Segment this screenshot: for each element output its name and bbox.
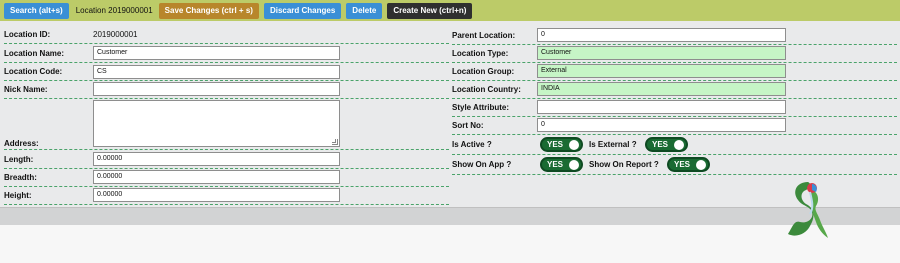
is-external-toggle-text: YES bbox=[652, 140, 669, 149]
location-country-label: Location Country: bbox=[452, 85, 521, 94]
height-input[interactable]: 0.00000 bbox=[93, 188, 340, 202]
breadth-input[interactable]: 0.00000 bbox=[93, 170, 340, 184]
show-on-report-label: Show On Report ? bbox=[589, 160, 659, 169]
style-attribute-input[interactable] bbox=[537, 100, 786, 114]
location-id-row: Location ID: 2019000001 bbox=[4, 26, 449, 44]
sort-no-label: Sort No: bbox=[452, 121, 484, 130]
sort-no-input[interactable]: 0 bbox=[537, 118, 786, 132]
show-on-app-toggle-text: YES bbox=[547, 160, 564, 169]
location-name-label: Location Name: bbox=[4, 49, 65, 58]
show-on-app-toggle[interactable]: YES bbox=[540, 157, 583, 172]
toggle-knob-icon bbox=[674, 140, 684, 150]
brand-logo-icon bbox=[788, 182, 828, 238]
parent-location-input[interactable]: 0 bbox=[537, 28, 786, 42]
address-textarea[interactable] bbox=[93, 100, 340, 147]
location-code-input[interactable]: CS bbox=[93, 65, 340, 79]
breadth-label: Breadth: bbox=[4, 173, 37, 182]
location-type-label: Location Type: bbox=[452, 49, 509, 58]
location-id-value: 2019000001 bbox=[93, 30, 138, 39]
location-type-select[interactable]: Customer bbox=[537, 46, 786, 60]
discard-changes-button[interactable]: Discard Changes bbox=[263, 2, 342, 19]
length-input[interactable]: 0.00000 bbox=[93, 152, 340, 166]
height-label: Height: bbox=[4, 191, 32, 200]
toggle-knob-icon bbox=[569, 160, 579, 170]
delete-button[interactable]: Delete bbox=[346, 2, 383, 19]
style-attribute-label: Style Attribute: bbox=[452, 103, 510, 112]
nick-name-label: Nick Name: bbox=[4, 85, 48, 94]
is-external-label: Is External ? bbox=[589, 140, 637, 149]
is-active-toggle-text: YES bbox=[547, 140, 564, 149]
resize-grip-icon[interactable] bbox=[332, 139, 338, 145]
location-code-label: Location Code: bbox=[4, 67, 63, 76]
toggle-knob-icon bbox=[696, 160, 706, 170]
page-background bbox=[0, 225, 900, 263]
location-form: Location ID: 2019000001 Location Name: C… bbox=[0, 21, 900, 207]
toolbar: Search (alt+s) Location 2019000001 Save … bbox=[0, 0, 900, 21]
toggle-knob-icon bbox=[569, 140, 579, 150]
show-on-report-toggle[interactable]: YES bbox=[667, 157, 710, 172]
location-group-label: Location Group: bbox=[452, 67, 515, 76]
is-external-toggle[interactable]: YES bbox=[645, 137, 688, 152]
show-on-app-label: Show On App ? bbox=[452, 160, 512, 169]
save-changes-button[interactable]: Save Changes (ctrl + s) bbox=[158, 2, 259, 19]
nick-name-input[interactable] bbox=[93, 82, 340, 96]
location-id-label: Location ID: bbox=[4, 30, 51, 39]
search-button[interactable]: Search (alt+s) bbox=[4, 2, 69, 19]
is-active-toggle[interactable]: YES bbox=[540, 137, 583, 152]
is-active-label: Is Active ? bbox=[452, 140, 492, 149]
location-name-input[interactable]: Customer bbox=[93, 46, 340, 60]
show-on-report-toggle-text: YES bbox=[674, 160, 691, 169]
parent-location-label: Parent Location: bbox=[452, 31, 516, 40]
location-country-select[interactable]: INDIA bbox=[537, 82, 786, 96]
location-group-select[interactable]: External bbox=[537, 64, 786, 78]
create-new-button[interactable]: Create New (ctrl+n) bbox=[387, 2, 473, 19]
length-label: Length: bbox=[4, 155, 34, 164]
footer-bar bbox=[0, 207, 900, 225]
current-location-text: Location 2019000001 bbox=[75, 6, 153, 15]
address-label: Address: bbox=[4, 139, 39, 148]
